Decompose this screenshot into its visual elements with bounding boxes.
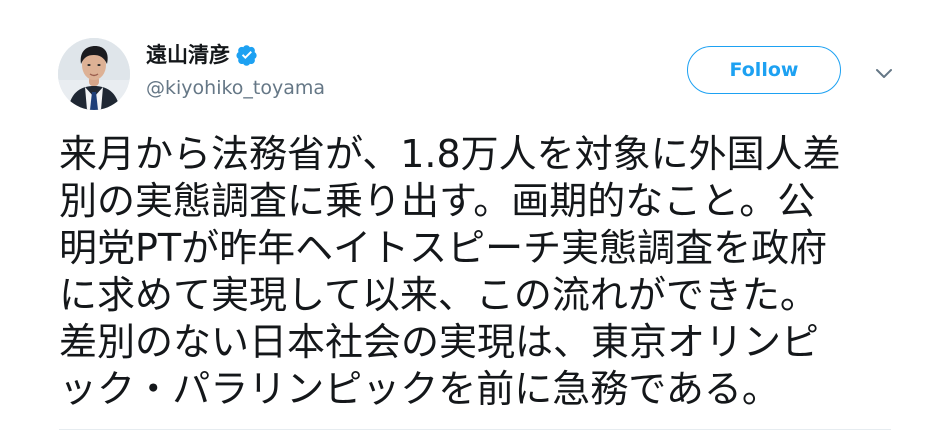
- tweet-text-line: 来月から法務省が、1.8万人を対象に外国人差: [59, 132, 841, 176]
- author-name[interactable]: 遠山清彦: [146, 40, 230, 70]
- author-name-row: 遠山清彦: [146, 40, 466, 70]
- tweet-text-line: 差別のない日本社会の実現は、東京オリンピ: [59, 320, 820, 364]
- tweet-text: 来月から法務省が、1.8万人を対象に外国人差 別の実態調査に乗り出す。画期的なこ…: [59, 131, 909, 413]
- avatar[interactable]: [58, 38, 130, 110]
- tweet-text-line: に求めて実現して以来、この流れができた。: [59, 273, 818, 317]
- chevron-down-icon: [876, 69, 892, 78]
- follow-button[interactable]: Follow: [687, 46, 841, 94]
- tweet-text-line: 別の実態調査に乗り出す。画期的なこと。公: [59, 179, 816, 223]
- divider: [59, 429, 891, 430]
- author-identity: 遠山清彦 @kiyohiko_toyama: [146, 40, 466, 110]
- tweet-text-line: ック・パラリンピックを前に急務である。: [59, 367, 780, 411]
- tweet-header: 遠山清彦 @kiyohiko_toyama Follow: [58, 38, 908, 118]
- tweet-text-line: 明党PTが昨年ヘイトスピーチ実態調査を政府: [59, 226, 828, 270]
- avatar-profile-photo: [58, 38, 130, 110]
- author-handle[interactable]: @kiyohiko_toyama: [146, 75, 466, 101]
- tweet-menu-button[interactable]: [870, 64, 898, 84]
- verified-badge-icon: [236, 44, 258, 66]
- tweet-card: 遠山清彦 @kiyohiko_toyama Follow 来月から法務省が、1.…: [0, 0, 951, 434]
